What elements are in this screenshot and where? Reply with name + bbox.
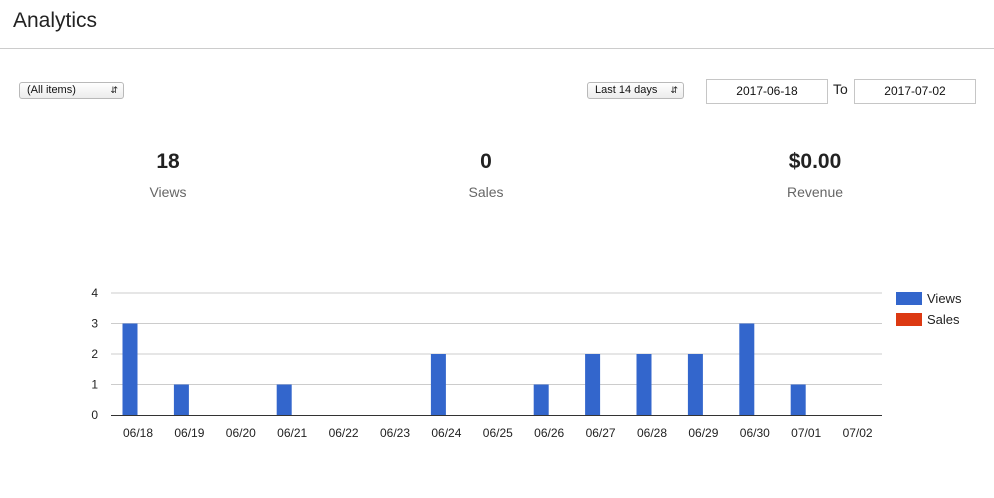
y-tick-label: 4 [91, 286, 98, 300]
legend-swatch-sales [896, 313, 922, 326]
legend-label-views: Views [927, 291, 962, 306]
x-tick-label: 06/28 [637, 426, 667, 440]
y-tick-label: 3 [91, 317, 98, 331]
x-tick-label: 06/18 [123, 426, 153, 440]
y-tick-label: 1 [91, 378, 98, 392]
legend-swatch-views [896, 292, 922, 305]
legend-label-sales: Sales [927, 312, 960, 327]
x-tick-label: 06/22 [329, 426, 359, 440]
bar-views [739, 323, 755, 415]
y-tick-label: 2 [91, 347, 98, 361]
x-tick-label: 07/02 [843, 426, 873, 440]
bar-views [585, 354, 601, 415]
x-tick-label: 06/20 [226, 426, 256, 440]
bar-views [173, 384, 189, 415]
x-tick-label: 07/01 [791, 426, 821, 440]
x-tick-label: 06/27 [586, 426, 616, 440]
x-tick-label: 06/23 [380, 426, 410, 440]
x-tick-label: 06/19 [174, 426, 204, 440]
bar-views [276, 384, 292, 415]
views-sales-chart: 0 1 2 3 4 06/18 06/19 06/20 06/21 06/22 06/23 06/24… [91, 286, 962, 440]
x-tick-label: 06/29 [688, 426, 718, 440]
y-tick-label: 0 [91, 408, 98, 422]
bar-views [687, 354, 703, 415]
x-tick-label: 06/30 [740, 426, 770, 440]
bar-views [533, 384, 549, 415]
bar-views [430, 354, 446, 415]
bar-views [636, 354, 652, 415]
bar-views [790, 384, 806, 415]
x-tick-label: 06/24 [431, 426, 461, 440]
x-tick-label: 06/26 [534, 426, 564, 440]
x-tick-label: 06/21 [277, 426, 307, 440]
bar-views [122, 323, 138, 415]
x-tick-label: 06/25 [483, 426, 513, 440]
